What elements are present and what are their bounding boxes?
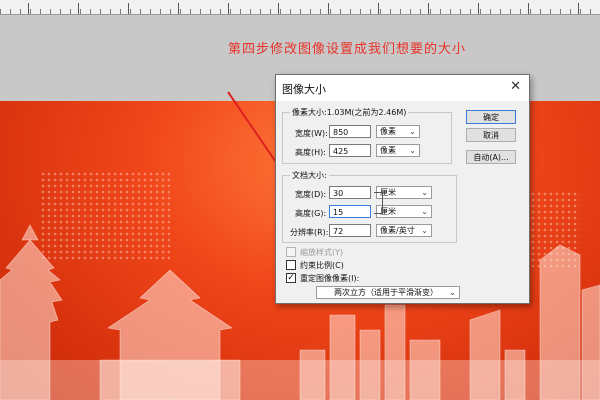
close-icon[interactable]: ✕ (510, 79, 521, 94)
checkmark-icon: ✓ (287, 273, 295, 283)
pixel-height-unit-value: 像素 (380, 146, 396, 155)
chevron-down-icon: ⌄ (449, 288, 456, 297)
doc-height-unit-select[interactable]: 厘米 ⌄ (376, 205, 432, 218)
chevron-down-icon: ⌄ (421, 188, 428, 197)
resample-image-label: 重定图像像素(I): (300, 274, 360, 283)
chevron-down-icon: ⌄ (421, 226, 428, 235)
cancel-button[interactable]: 取消 (466, 128, 516, 142)
chevron-down-icon: ⌄ (409, 146, 416, 155)
pixel-dimensions-label: 像素大小:1.03M(之前为2.46M) (290, 107, 409, 118)
ok-button[interactable]: 确定 (466, 110, 516, 124)
chevron-down-icon: ⌄ (409, 127, 416, 136)
resample-method-value: 两次立方（适用于平滑渐变） (334, 288, 438, 297)
resolution-input[interactable]: 72 (329, 224, 371, 237)
resolution-unit-select[interactable]: 像素/英寸 ⌄ (376, 224, 432, 237)
resample-image-checkbox[interactable]: ✓ (286, 273, 296, 283)
image-size-dialog: 图像大小 ✕ 像素大小:1.03M(之前为2.46M) 宽度(W): 850 像… (275, 74, 530, 304)
pixel-width-unit-select[interactable]: 像素 ⌄ (376, 125, 420, 138)
scale-styles-checkbox[interactable] (286, 247, 296, 257)
doc-width-unit-select[interactable]: 厘米 ⌄ (376, 186, 432, 199)
scale-styles-label: 缩放样式(Y) (300, 248, 344, 257)
doc-width-label: 宽度(D): (295, 190, 327, 199)
constrain-proportions-label: 约束比例(C) (300, 261, 344, 270)
pixel-height-input[interactable]: 425 (329, 144, 371, 157)
doc-height-label: 高度(G): (295, 209, 327, 218)
pixel-width-unit-value: 像素 (380, 127, 396, 136)
pixel-height-label: 高度(H): (295, 148, 326, 157)
dialog-title: 图像大小 (282, 83, 326, 96)
chevron-down-icon: ⌄ (421, 207, 428, 216)
pixel-width-input[interactable]: 850 (329, 125, 371, 138)
resolution-unit-value: 像素/英寸 (380, 226, 415, 235)
constrain-proportions-checkbox[interactable] (286, 260, 296, 270)
doc-height-input[interactable]: 15 (329, 205, 371, 218)
pixel-width-label: 宽度(W): (295, 129, 328, 138)
link-bracket-icon (374, 192, 383, 214)
resample-method-select[interactable]: 两次立方（适用于平滑渐变） ⌄ (316, 286, 460, 299)
doc-width-input[interactable]: 30 (329, 186, 371, 199)
document-size-label: 文档大小: (290, 170, 329, 181)
auto-button[interactable]: 自动(A)... (466, 150, 516, 164)
resolution-label: 分辨率(R): (290, 228, 329, 237)
pixel-height-unit-select[interactable]: 像素 ⌄ (376, 144, 420, 157)
dialog-titlebar[interactable]: 图像大小 ✕ (276, 75, 529, 101)
